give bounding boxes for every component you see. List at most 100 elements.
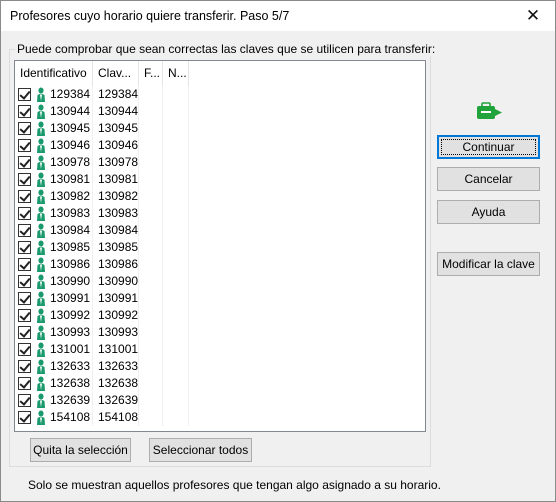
row-checkbox[interactable] <box>18 224 31 237</box>
cell-f <box>139 154 163 171</box>
row-checkbox[interactable] <box>18 122 31 135</box>
teacher-clave: 130991 <box>93 290 139 307</box>
teacher-icon <box>37 172 45 187</box>
column-header-f[interactable]: F... <box>139 61 163 86</box>
table-row[interactable]: 131001 131001 <box>15 341 425 358</box>
table-row[interactable]: 130982 130982 <box>15 188 425 205</box>
cell-f <box>139 222 163 239</box>
table-row[interactable]: 130978 130978 <box>15 154 425 171</box>
table-row[interactable]: 130983 130983 <box>15 205 425 222</box>
cell-n <box>163 392 189 409</box>
table-row[interactable]: 130944 130944 <box>15 103 425 120</box>
row-checkbox[interactable] <box>18 326 31 339</box>
row-checkbox[interactable] <box>18 241 31 254</box>
cell-identificativo: 130982 <box>15 188 93 205</box>
column-header-identificativo[interactable]: Identificativo <box>15 61 93 86</box>
row-checkbox[interactable] <box>18 88 31 101</box>
teacher-icon <box>37 206 45 221</box>
row-checkbox[interactable] <box>18 275 31 288</box>
cell-n <box>163 154 189 171</box>
table-row[interactable]: 130985 130985 <box>15 239 425 256</box>
modificar-clave-button[interactable]: Modificar la clave <box>437 252 540 276</box>
teacher-id: 130985 <box>50 240 91 254</box>
cell-f <box>139 188 163 205</box>
cell-identificativo: 130991 <box>15 290 93 307</box>
cell-f <box>139 290 163 307</box>
row-checkbox[interactable] <box>18 258 31 271</box>
cell-f <box>139 137 163 154</box>
teacher-id: 130981 <box>50 172 91 186</box>
teacher-icon <box>37 223 45 238</box>
cell-f <box>139 358 163 375</box>
row-checkbox[interactable] <box>18 377 31 390</box>
cell-f <box>139 409 163 426</box>
window-title: Profesores cuyo horario quiere transferi… <box>10 9 290 23</box>
table-row[interactable]: 132633 132633 <box>15 358 425 375</box>
teacher-clave: 130981 <box>93 171 139 188</box>
teacher-icon <box>37 410 45 425</box>
row-checkbox[interactable] <box>18 105 31 118</box>
cell-n <box>163 375 189 392</box>
row-checkbox[interactable] <box>18 394 31 407</box>
cell-n <box>163 307 189 324</box>
teacher-icon <box>37 376 45 391</box>
column-header-clave[interactable]: Clav... <box>93 61 139 86</box>
table-row[interactable]: 132638 132638 <box>15 375 425 392</box>
cell-n <box>163 205 189 222</box>
cell-identificativo: 130992 <box>15 307 93 324</box>
table-row[interactable]: 130990 130990 <box>15 273 425 290</box>
quita-seleccion-button[interactable]: Quita la selección <box>30 438 131 462</box>
table-row[interactable]: 130991 130991 <box>15 290 425 307</box>
row-checkbox[interactable] <box>18 190 31 203</box>
cell-n <box>163 273 189 290</box>
teacher-icon <box>37 274 45 289</box>
table-row[interactable]: 130993 130993 <box>15 324 425 341</box>
table-row[interactable]: 130945 130945 <box>15 120 425 137</box>
cell-identificativo: 130986 <box>15 256 93 273</box>
ayuda-button[interactable]: Ayuda <box>437 200 540 224</box>
teacher-icon <box>37 393 45 408</box>
table-row[interactable]: 129384 129384 <box>15 86 425 103</box>
row-checkbox[interactable] <box>18 207 31 220</box>
row-checkbox[interactable] <box>18 309 31 322</box>
teacher-clave: 130978 <box>93 154 139 171</box>
row-checkbox[interactable] <box>18 343 31 356</box>
table-row[interactable]: 130992 130992 <box>15 307 425 324</box>
teacher-clave: 130993 <box>93 324 139 341</box>
teacher-clave: 132639 <box>93 392 139 409</box>
row-checkbox[interactable] <box>18 173 31 186</box>
row-checkbox[interactable] <box>18 139 31 152</box>
cell-f <box>139 171 163 188</box>
row-checkbox[interactable] <box>18 292 31 305</box>
row-checkbox[interactable] <box>18 360 31 373</box>
seleccionar-todos-button[interactable]: Seleccionar todos <box>149 438 252 462</box>
cell-identificativo: 130944 <box>15 103 93 120</box>
table-row[interactable]: 130984 130984 <box>15 222 425 239</box>
cell-identificativo: 130978 <box>15 154 93 171</box>
teacher-id: 129384 <box>50 87 91 101</box>
cancelar-button[interactable]: Cancelar <box>437 167 540 191</box>
teacher-clave: 130990 <box>93 273 139 290</box>
teachers-listview[interactable]: Identificativo Clav... F... N... 129384 1… <box>14 60 426 432</box>
teacher-clave: 130985 <box>93 239 139 256</box>
table-row[interactable]: 130946 130946 <box>15 137 425 154</box>
column-header-n[interactable]: N... <box>163 61 189 86</box>
teacher-id: 154108 <box>50 410 91 424</box>
cell-identificativo: 130945 <box>15 120 93 137</box>
cell-n <box>163 324 189 341</box>
row-checkbox[interactable] <box>18 411 31 424</box>
teacher-clave: 132638 <box>93 375 139 392</box>
table-row[interactable]: 130981 130981 <box>15 171 425 188</box>
table-row[interactable]: 132639 132639 <box>15 392 425 409</box>
teacher-icon <box>37 308 45 323</box>
teacher-id: 130991 <box>50 291 91 305</box>
cell-n <box>163 290 189 307</box>
teacher-clave: 131001 <box>93 341 139 358</box>
table-row[interactable]: 130986 130986 <box>15 256 425 273</box>
close-button[interactable]: ✕ <box>511 1 555 31</box>
continuar-button[interactable]: Continuar <box>437 135 540 159</box>
cell-f <box>139 103 163 120</box>
row-checkbox[interactable] <box>18 156 31 169</box>
table-row[interactable]: 154108 154108 <box>15 409 425 426</box>
cell-n <box>163 188 189 205</box>
